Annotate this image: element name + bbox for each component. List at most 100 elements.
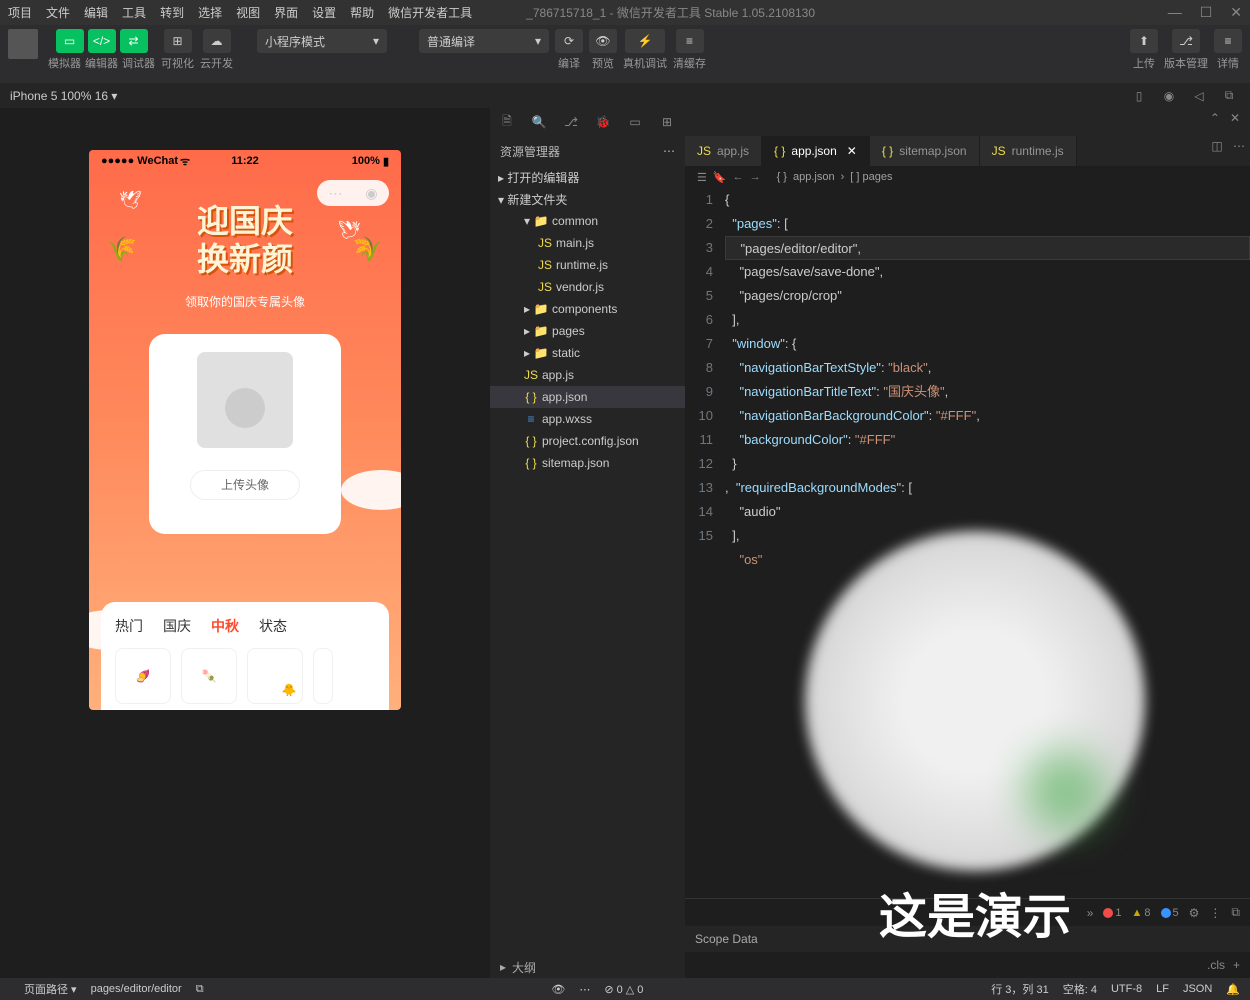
menu-file[interactable]: 文件 xyxy=(46,4,70,21)
compile-button[interactable]: ⟳ xyxy=(555,29,583,53)
editor-button[interactable]: </> xyxy=(88,29,116,53)
visual-button[interactable]: ⊞ xyxy=(164,29,192,53)
tab-close-icon[interactable]: ✕ xyxy=(847,144,857,158)
file-components[interactable]: ▸ 📁components xyxy=(490,298,685,320)
version-button[interactable]: ⎇ xyxy=(1172,29,1200,53)
upload-button[interactable]: ⬆ xyxy=(1130,29,1158,53)
file-app.js[interactable]: JSapp.js xyxy=(490,364,685,386)
close-icon[interactable]: ✕ xyxy=(1230,4,1242,21)
copy-path-icon[interactable]: ⧉ xyxy=(196,983,204,996)
add-icon[interactable]: + xyxy=(1233,958,1240,972)
layout-icon[interactable]: ⧉ xyxy=(1231,905,1240,920)
encoding[interactable]: UTF-8 xyxy=(1111,983,1142,995)
menu-tools[interactable]: 工具 xyxy=(122,4,146,21)
menu-select[interactable]: 选择 xyxy=(198,4,222,21)
simulator-button[interactable]: ▭ xyxy=(56,29,84,53)
indent[interactable]: 空格: 4 xyxy=(1063,981,1097,997)
tab-hot[interactable]: 热门 xyxy=(115,616,143,636)
tab-app.js[interactable]: JSapp.js xyxy=(685,136,762,166)
panel-close-icon[interactable]: ✕ xyxy=(1230,111,1240,125)
kebab-icon[interactable]: ⋮ xyxy=(1209,906,1221,920)
file-common[interactable]: ▾ 📁common xyxy=(490,210,685,232)
section-open-editors[interactable]: ▸ 打开的编辑器 xyxy=(490,166,685,188)
user-avatar[interactable] xyxy=(8,29,38,59)
menu-view[interactable]: 视图 xyxy=(236,4,260,21)
upload-avatar-button[interactable]: 上传头像 xyxy=(190,470,300,500)
code-editor: JSapp.js{ }app.json✕{ }sitemap.jsonJSrun… xyxy=(685,136,1250,978)
extensions-icon[interactable]: ⊞ xyxy=(656,112,678,132)
tab-app.json[interactable]: { }app.json✕ xyxy=(762,136,870,166)
debug-icon[interactable]: 🐞 xyxy=(592,112,614,132)
more-icon[interactable]: ⋯ xyxy=(663,144,675,158)
device-selector[interactable]: iPhone 5 100% 16 ▾ xyxy=(10,89,117,103)
file-static[interactable]: ▸ 📁static xyxy=(490,342,685,364)
copy-icon[interactable]: ⧉ xyxy=(1218,86,1240,106)
clear-cache-button[interactable]: ≡ xyxy=(676,29,704,53)
eye-icon[interactable]: 👁 xyxy=(551,983,565,996)
git-icon[interactable]: ⎇ xyxy=(560,112,582,132)
box-icon[interactable]: ▭ xyxy=(624,112,646,132)
menu-ui[interactable]: 界面 xyxy=(274,4,298,21)
remote-debug-button[interactable]: ⚡ xyxy=(625,29,665,53)
more-icon[interactable]: ⋯ xyxy=(1228,136,1250,156)
frame-preview-2[interactable]: 🍡 xyxy=(181,648,237,704)
mute-icon[interactable]: ◁ xyxy=(1188,86,1210,106)
bookmark-icon[interactable]: 🔖 xyxy=(713,171,727,184)
tab-sitemap.json[interactable]: { }sitemap.json xyxy=(870,136,980,166)
tab-runtime.js[interactable]: JSruntime.js xyxy=(980,136,1077,166)
file-app.wxss[interactable]: ≡app.wxss xyxy=(490,408,685,430)
split-icon[interactable]: ◫ xyxy=(1206,136,1228,156)
tab-autumn[interactable]: 中秋 xyxy=(211,616,239,636)
page-path-label[interactable]: 页面路径 ▾ xyxy=(24,981,77,997)
frame-preview-1[interactable]: 🍠 xyxy=(115,648,171,704)
page-path[interactable]: pages/editor/editor xyxy=(91,983,182,995)
files-icon[interactable]: 🗎 xyxy=(496,112,518,132)
bell-icon[interactable]: 🔔 xyxy=(1226,983,1240,996)
cls-button[interactable]: .cls xyxy=(1207,958,1225,972)
carrier-label: ●●●●● WeChat xyxy=(101,155,178,167)
collapse-icon[interactable]: ⌃ xyxy=(1210,111,1220,125)
section-new-folder[interactable]: ▾ 新建文件夹 xyxy=(490,188,685,210)
frame-preview-3[interactable]: 🐥 xyxy=(247,648,303,704)
gear-icon[interactable]: ⚙ xyxy=(1189,906,1200,920)
tab-status[interactable]: 状态 xyxy=(259,616,287,636)
errors-summary[interactable]: ⊘ 0 △ 0 xyxy=(604,983,643,996)
menu-project[interactable]: 项目 xyxy=(8,4,32,21)
language[interactable]: JSON xyxy=(1183,983,1212,995)
minimize-icon[interactable]: — xyxy=(1168,4,1182,21)
eol[interactable]: LF xyxy=(1156,983,1169,995)
cursor-pos[interactable]: 行 3，列 31 xyxy=(991,981,1048,997)
outline-section[interactable]: ▸ 大纲 xyxy=(490,956,685,978)
tab-national[interactable]: 国庆 xyxy=(163,616,191,636)
record-icon[interactable]: ◉ xyxy=(1158,86,1180,106)
file-runtime.js[interactable]: JSruntime.js xyxy=(490,254,685,276)
debugger-button[interactable]: ⇄ xyxy=(120,29,148,53)
search-icon[interactable]: 🔍 xyxy=(528,112,550,132)
file-explorer: 资源管理器 ⋯ ▸ 打开的编辑器▾ 新建文件夹▾ 📁commonJSmain.j… xyxy=(490,136,685,978)
demo-overlay: 这是演示 xyxy=(795,531,1155,961)
menu-edit[interactable]: 编辑 xyxy=(84,4,108,21)
file-vendor.js[interactable]: JSvendor.js xyxy=(490,276,685,298)
mode-dropdown[interactable]: 小程序模式▾ xyxy=(257,29,387,53)
window-title: _786715718_1 - 微信开发者工具 Stable 1.05.21081… xyxy=(526,4,1154,21)
preview-button[interactable]: 👁 xyxy=(589,29,617,53)
file-app.json[interactable]: { }app.json xyxy=(490,386,685,408)
detail-button[interactable]: ≡ xyxy=(1214,29,1242,53)
cloud-button[interactable]: ☁ xyxy=(203,29,231,53)
menu-wxdev[interactable]: 微信开发者工具 xyxy=(388,4,472,21)
file-main.js[interactable]: JSmain.js xyxy=(490,232,685,254)
file-pages[interactable]: ▸ 📁pages xyxy=(490,320,685,342)
frame-preview-4[interactable] xyxy=(313,648,333,704)
back-icon[interactable]: ← xyxy=(733,171,744,183)
file-project.config.json[interactable]: { }project.config.json xyxy=(490,430,685,452)
forward-icon[interactable]: → xyxy=(750,171,761,183)
compile-dropdown[interactable]: 普通编译▾ xyxy=(419,29,549,53)
menu-goto[interactable]: 转到 xyxy=(160,4,184,21)
phone-icon[interactable]: ▯ xyxy=(1128,86,1150,106)
file-sitemap.json[interactable]: { }sitemap.json xyxy=(490,452,685,474)
menu-help[interactable]: 帮助 xyxy=(350,4,374,21)
menu-settings[interactable]: 设置 xyxy=(312,4,336,21)
more-icon[interactable]: ⋯ xyxy=(579,983,590,996)
maximize-icon[interactable]: ☐ xyxy=(1200,4,1213,21)
list-icon[interactable]: ☰ xyxy=(697,171,707,184)
